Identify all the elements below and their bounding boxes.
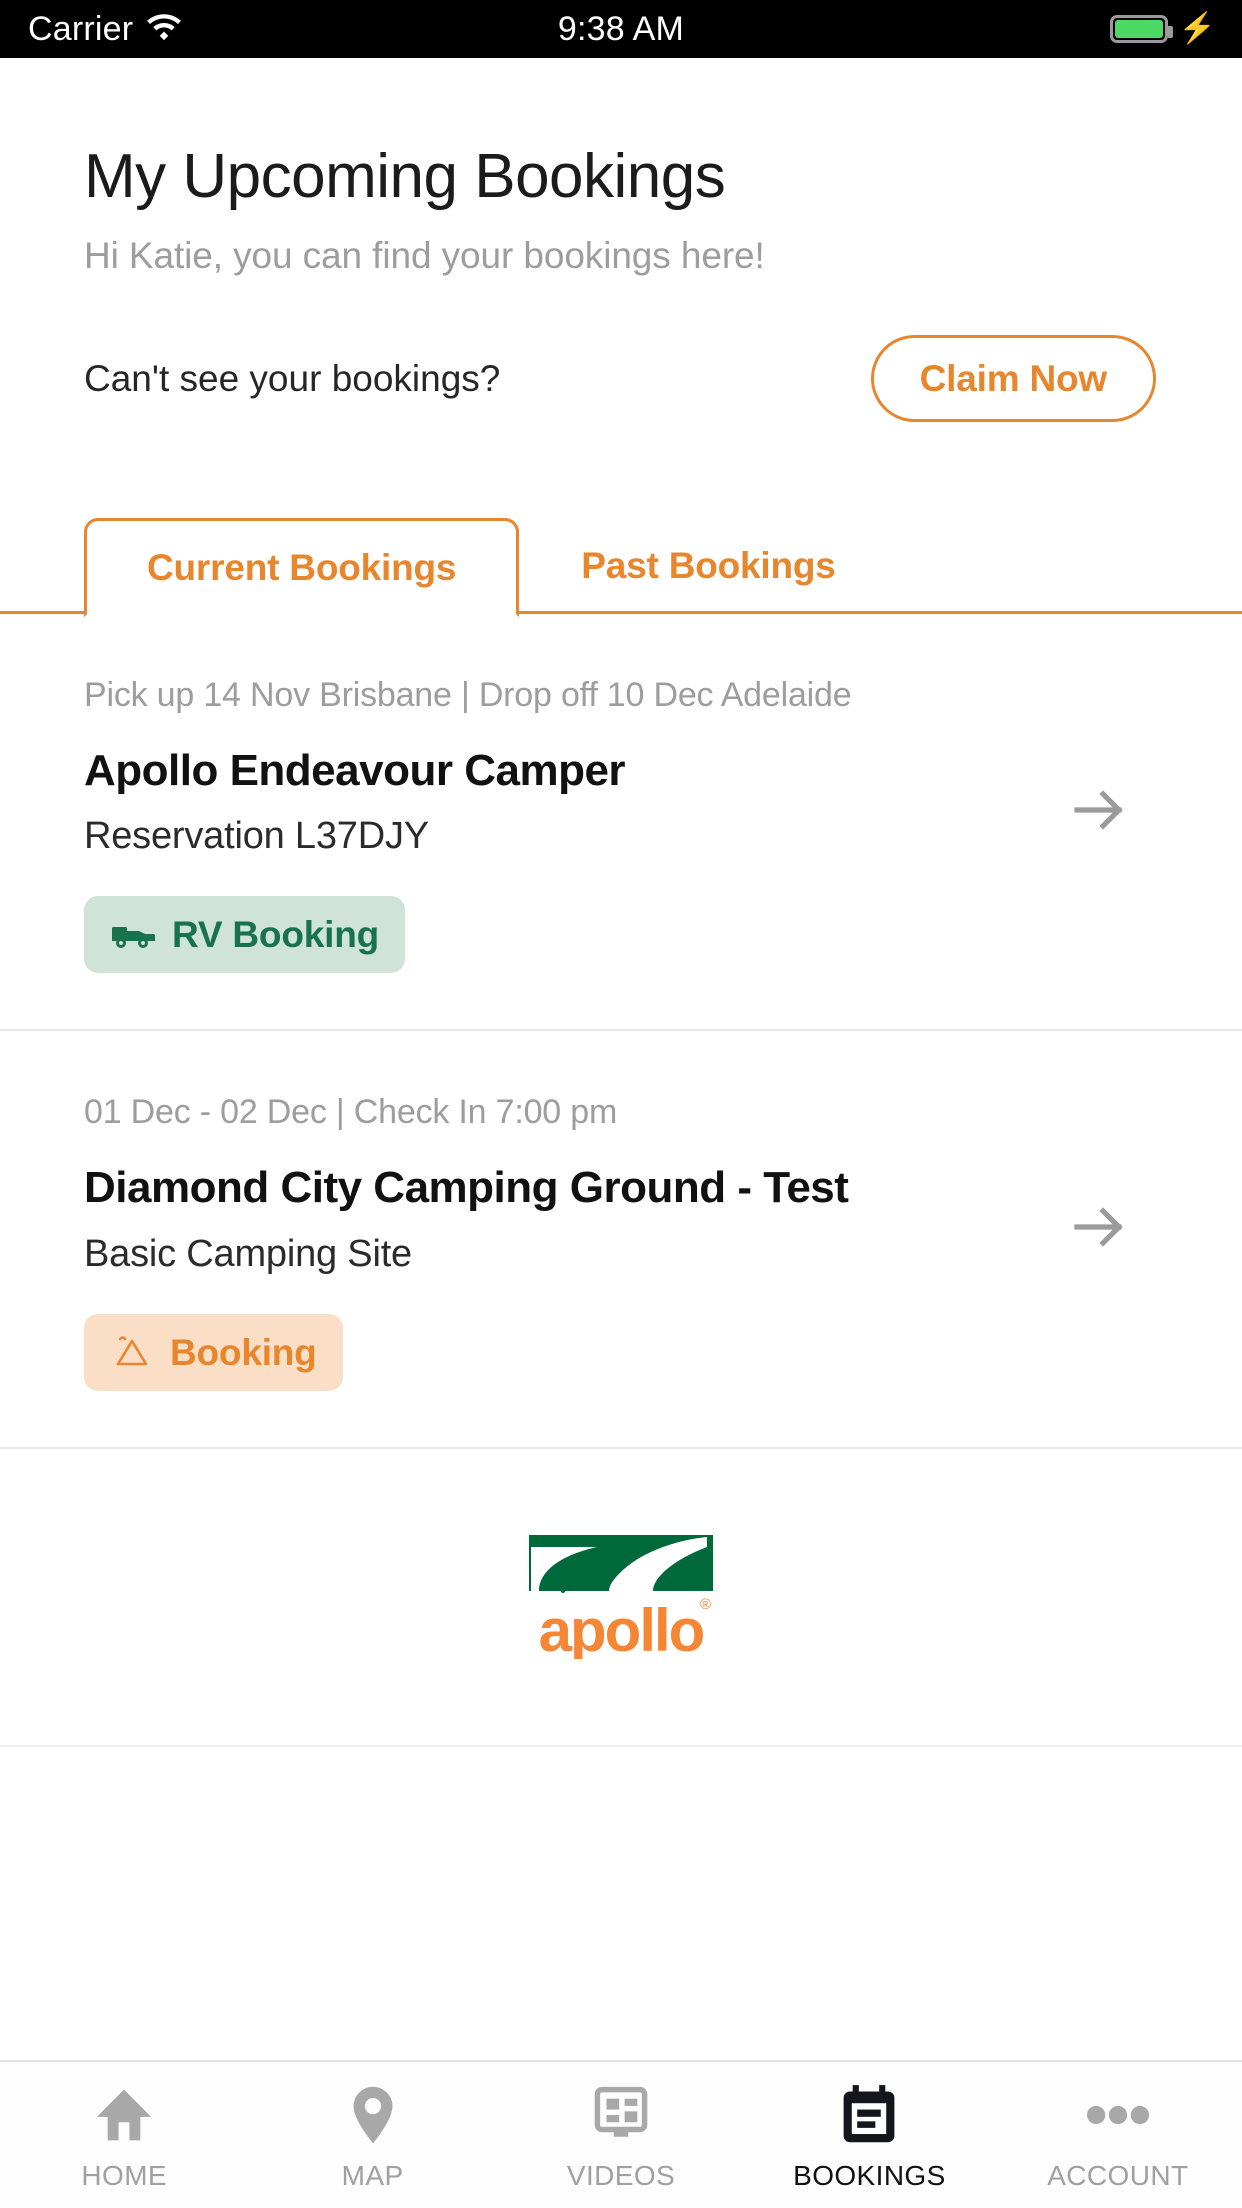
- map-pin-icon: [350, 2084, 396, 2146]
- booking-reference: Reservation L37DJY: [84, 815, 429, 858]
- tent-icon: [110, 1335, 154, 1369]
- camping-booking-badge: Booking: [84, 1313, 343, 1391]
- apollo-logo-graphic: apollo ®: [529, 1534, 713, 1659]
- claim-prompt: Can't see your bookings?: [84, 357, 501, 399]
- lightning-bolt-icon: ⚡: [1178, 12, 1216, 45]
- nav-label: MAP: [341, 2160, 404, 2191]
- status-bar-time: 9:38 AM: [557, 9, 685, 48]
- booking-card[interactable]: Pick up 14 Nov Brisbane | Drop off 10 De…: [0, 614, 1242, 1032]
- nav-item-map[interactable]: MAP: [248, 2084, 496, 2192]
- booking-details: Diamond City Camping Ground - Test Basic…: [84, 1164, 1066, 1275]
- tab-past-bookings[interactable]: Past Bookings: [519, 517, 897, 614]
- status-bar-left: Carrier: [0, 9, 182, 49]
- tab-current-bookings[interactable]: Current Bookings: [84, 518, 520, 618]
- status-bar: Carrier 9:38 AM ⚡: [0, 0, 1242, 58]
- booking-details: Apollo Endeavour Camper Reservation L37D…: [84, 746, 1066, 858]
- page-title: My Upcoming Bookings: [84, 142, 726, 211]
- nav-label: VIDEOS: [566, 2160, 676, 2191]
- nav-item-account[interactable]: ACCOUNT: [994, 2084, 1242, 2192]
- nav-label: BOOKINGS: [793, 2160, 946, 2191]
- nav-item-videos[interactable]: VIDEOS: [497, 2084, 745, 2192]
- rv-van-icon: [110, 921, 156, 949]
- claim-now-button[interactable]: Claim Now: [870, 335, 1156, 423]
- apollo-wordmark: apollo: [539, 1597, 704, 1659]
- badge-label: RV Booking: [172, 914, 379, 956]
- nav-item-home[interactable]: HOME: [0, 2084, 248, 2192]
- wifi-icon: [147, 10, 182, 49]
- booking-dates: Pick up 14 Nov Brisbane | Drop off 10 De…: [84, 676, 852, 715]
- nav-item-bookings[interactable]: BOOKINGS: [745, 2084, 993, 2192]
- bottom-navigation: HOME MAP VIDEOS BOOKINGS ACCOUNT: [0, 2060, 1242, 2208]
- booking-title: Diamond City Camping Ground - Test: [84, 1163, 849, 1213]
- status-bar-right: ⚡: [1110, 14, 1242, 44]
- arrow-right-icon[interactable]: [1066, 1192, 1136, 1262]
- booking-site-type: Basic Camping Site: [84, 1232, 412, 1275]
- registered-trademark-icon: ®: [700, 1596, 711, 1613]
- page-subtitle: Hi Katie, you can find your bookings her…: [84, 235, 765, 277]
- badge-label: Booking: [170, 1331, 317, 1373]
- claim-bookings-row: Can't see your bookings? Claim Now: [0, 277, 1242, 423]
- apollo-logo: apollo ®: [0, 1449, 1242, 1747]
- battery-icon: [1110, 15, 1174, 43]
- rv-booking-badge: RV Booking: [84, 896, 405, 974]
- home-icon: [93, 2084, 155, 2146]
- videos-icon: [592, 2084, 650, 2146]
- arrow-right-icon[interactable]: [1066, 775, 1136, 845]
- page-content: My Upcoming Bookings Hi Katie, you can f…: [0, 58, 1242, 1747]
- nav-label: ACCOUNT: [1047, 2160, 1189, 2191]
- bookings-tabs: Current Bookings Past Bookings: [0, 506, 1242, 618]
- calendar-icon: [840, 2084, 898, 2146]
- booking-title: Apollo Endeavour Camper: [84, 746, 626, 796]
- carrier-label: Carrier: [28, 9, 134, 48]
- booking-card[interactable]: 01 Dec - 02 Dec | Check In 7:00 pm Diamo…: [0, 1031, 1242, 1449]
- booking-dates: 01 Dec - 02 Dec | Check In 7:00 pm: [84, 1093, 618, 1132]
- more-dots-icon: [1086, 2084, 1149, 2146]
- nav-label: HOME: [81, 2160, 167, 2191]
- page-header: My Upcoming Bookings Hi Katie, you can f…: [0, 58, 1242, 277]
